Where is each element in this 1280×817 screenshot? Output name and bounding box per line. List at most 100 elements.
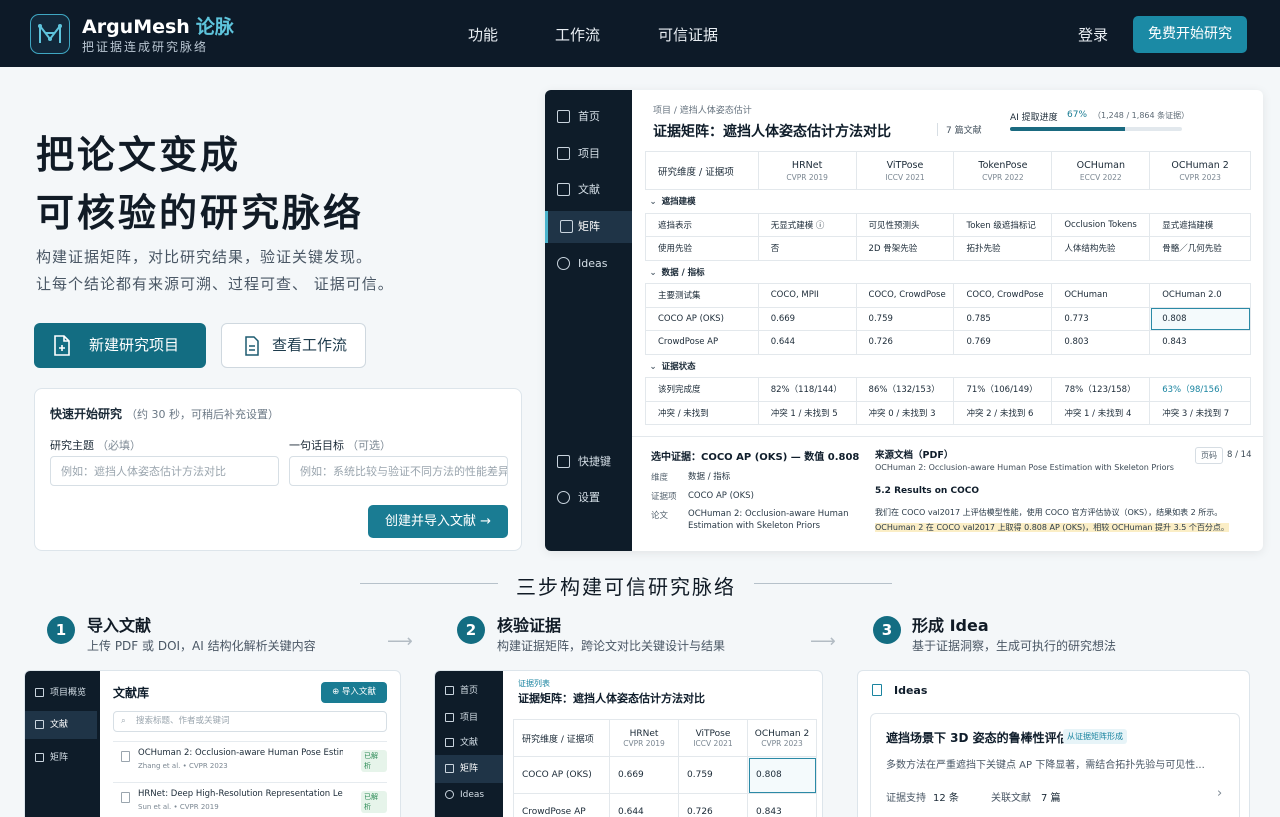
sidebar-item-home[interactable]: 首页 xyxy=(435,677,503,705)
brand-name[interactable]: ArguMesh 论脉 xyxy=(82,12,234,39)
sidebar-item-ideas[interactable]: Ideas xyxy=(435,781,503,809)
sidebar-item-settings[interactable]: 设置 xyxy=(545,482,632,514)
quick-start-title: 快速开始研究 （约 30 秒，可稍后补充设置） xyxy=(50,407,280,421)
matrix-cell[interactable]: 86%（132/153） xyxy=(855,377,955,402)
detail-value-paper-line2[interactable]: Estimation with Skeleton Priors xyxy=(688,520,820,532)
matrix-cell[interactable]: 冲突 1 / 未找到 5 xyxy=(757,400,857,425)
nav-link-evidence[interactable]: 可信证据 xyxy=(658,24,718,45)
nav-link-workflow[interactable]: 工作流 xyxy=(555,24,600,45)
topic-input[interactable] xyxy=(50,456,279,486)
topic-label: 研究主题 （必填） xyxy=(50,439,141,452)
library-search-input[interactable]: ⌕ 搜索标题、作者或关键词 xyxy=(113,711,387,732)
matrix-header-paper[interactable]: OCHuman 2 CVPR 2023 xyxy=(747,719,817,757)
matrix-cell[interactable]: COCO, CrowdPose xyxy=(855,283,955,308)
matrix-cell[interactable]: COCO, MPII xyxy=(757,283,857,308)
matrix-cell[interactable]: COCO, CrowdPose xyxy=(953,283,1053,308)
sidebar-item-shortcuts[interactable]: 快捷键 xyxy=(545,446,632,478)
matrix-header-paper[interactable]: TokenPose CVPR 2022 xyxy=(953,151,1053,190)
matrix-cell[interactable]: 82%（118/144） xyxy=(757,377,857,402)
matrix-cell[interactable]: 0.808 xyxy=(1149,306,1251,331)
matrix-group-row[interactable]: ⌄ 数据 / 指标 xyxy=(645,259,1251,284)
matrix-group-row[interactable]: ⌄ 证据状态 xyxy=(645,353,1251,378)
matrix-cell[interactable]: 0.843 xyxy=(747,793,817,817)
page-button[interactable]: 页码 xyxy=(1195,447,1223,464)
matrix-header-paper[interactable]: ViTPose ICCV 2021 xyxy=(855,151,955,190)
matrix-cell[interactable]: 0.803 xyxy=(1051,330,1151,355)
matrix-cell[interactable]: 0.759 xyxy=(678,756,748,794)
matrix-cell[interactable]: 0.759 xyxy=(855,306,955,331)
chevron-down-icon: ⌄ xyxy=(649,267,657,278)
detail-value-paper-line1[interactable]: OCHuman 2: Occlusion-aware Human xyxy=(688,508,848,520)
matrix-cell[interactable]: Occlusion Tokens xyxy=(1051,212,1151,237)
matrix-cell[interactable]: 可见性预测头 xyxy=(855,212,955,237)
login-link[interactable]: 登录 xyxy=(1078,24,1108,45)
goal-input[interactable] xyxy=(289,456,508,486)
start-free-button[interactable]: 免费开始研究 xyxy=(1133,16,1247,53)
matrix-cell[interactable]: 63%（98/156） xyxy=(1149,377,1251,402)
sidebar-item-matrix[interactable]: 矩阵 xyxy=(435,755,503,783)
matrix-cell[interactable]: 显式遮挡建模 xyxy=(1149,212,1251,237)
logo-icon[interactable] xyxy=(30,14,70,54)
new-project-button[interactable]: 新建研究项目 xyxy=(34,323,206,368)
sidebar-item-literature[interactable]: 文献 xyxy=(435,729,503,757)
matrix-cell[interactable]: 0.769 xyxy=(953,330,1053,355)
matrix-cell[interactable]: 冲突 2 / 未找到 6 xyxy=(953,400,1053,425)
matrix-cell[interactable]: 无显式建模 ⓘ xyxy=(757,212,857,237)
matrix-cell[interactable]: 78%（123/158） xyxy=(1051,377,1151,402)
matrix-cell[interactable]: 人体结构先验 xyxy=(1051,236,1151,261)
matrix-cell[interactable]: 0.785 xyxy=(953,306,1053,331)
matrix-cell[interactable]: 0.808 xyxy=(747,756,817,794)
sidebar-item-projects[interactable]: 项目 xyxy=(545,138,632,170)
matrix-cell[interactable]: 冲突 3 / 未找到 7 xyxy=(1149,400,1251,425)
matrix-cell[interactable]: 2D 骨架先验 xyxy=(855,236,955,261)
matrix-cell[interactable]: 71%（106/149） xyxy=(953,377,1053,402)
matrix-cell[interactable]: 冲突 1 / 未找到 4 xyxy=(1051,400,1151,425)
matrix-cell[interactable]: 0.644 xyxy=(757,330,857,355)
matrix-header-paper[interactable]: ViTPose ICCV 2021 xyxy=(678,719,748,757)
matrix-cell[interactable]: Token 级遮挡标记 xyxy=(953,212,1053,237)
sidebar-item-ideas[interactable]: Ideas xyxy=(545,248,632,280)
matrix-cell[interactable]: 冲突 0 / 未找到 3 xyxy=(855,400,955,425)
matrix-preview-card: 首页 项目 文献 矩阵 Ideas 证据列表 证据矩阵：遮挡人体姿态估计方法对比… xyxy=(434,670,823,817)
sidebar-item-overview[interactable]: 项目概览 xyxy=(25,679,100,707)
matrix-cell[interactable]: OCHuman 2.0 xyxy=(1149,283,1251,308)
sidebar-item-literature[interactable]: 文献 xyxy=(545,174,632,206)
row-label: COCO AP (OKS) xyxy=(513,756,610,794)
matrix-header-paper[interactable]: OCHuman ECCV 2022 xyxy=(1051,151,1151,190)
matrix-header-paper[interactable]: HRNet CVPR 2019 xyxy=(757,151,857,190)
nav-link-features[interactable]: 功能 xyxy=(468,24,498,45)
sidebar-item-projects[interactable]: 项目 xyxy=(435,704,503,732)
sidebar-item-matrix[interactable]: 矩阵 xyxy=(25,744,100,772)
quick-start-panel: 快速开始研究（约 30 秒，可稍后补充设置） 研究主题（必填） 一句话目标（可选… xyxy=(34,388,522,551)
matrix-group-row[interactable]: ⌄ 遮挡建模 xyxy=(645,189,1251,214)
source-doc-heading: 来源文档（PDF） xyxy=(875,450,954,461)
list-item[interactable]: HRNet: Deep High-Resolution Representati… xyxy=(113,782,387,817)
row-label: 主要测试集 xyxy=(645,283,759,308)
chevron-right-icon[interactable]: › xyxy=(1217,786,1222,801)
view-workflow-button[interactable]: 查看工作流 xyxy=(221,323,366,368)
breadcrumb[interactable]: 证据列表 xyxy=(518,678,550,689)
idea-card[interactable]: 遮挡场景下 3D 姿态的鲁棒性评估 从证据矩阵形成 多数方法在严重遮挡下关键点 … xyxy=(870,713,1240,817)
step-desc-3: 基于证据洞察，生成可执行的研究想法 xyxy=(912,639,1117,653)
matrix-cell[interactable]: 拓扑先验 xyxy=(953,236,1053,261)
matrix-cell[interactable]: 0.669 xyxy=(757,306,857,331)
create-and-import-button[interactable]: 创建并导入文献 → xyxy=(368,505,508,538)
matrix-header-paper[interactable]: OCHuman 2 CVPR 2023 xyxy=(1149,151,1251,190)
matrix-cell[interactable]: 0.669 xyxy=(609,756,679,794)
matrix-cell[interactable]: 否 xyxy=(757,236,857,261)
sidebar-item-literature[interactable]: 文献 xyxy=(25,711,97,739)
import-literature-button[interactable]: ⊕ 导入文献 xyxy=(321,682,387,703)
list-item[interactable]: OCHuman 2: Occlusion-aware Human Pose Es… xyxy=(113,741,387,779)
matrix-cell[interactable]: OCHuman xyxy=(1051,283,1151,308)
matrix-cell[interactable]: 0.644 xyxy=(609,793,679,817)
sidebar-item-home[interactable]: 首页 xyxy=(545,101,632,133)
sidebar-item-matrix[interactable]: 矩阵 xyxy=(545,211,632,243)
matrix-cell[interactable]: 0.726 xyxy=(855,330,955,355)
matrix-cell[interactable]: 0.843 xyxy=(1149,330,1251,355)
matrix-header-paper[interactable]: HRNet CVPR 2019 xyxy=(609,719,679,757)
detail-key-item: 证据项 xyxy=(651,492,677,502)
matrix-cell[interactable]: 0.773 xyxy=(1051,306,1151,331)
matrix-cell[interactable]: 0.726 xyxy=(678,793,748,817)
matrix-cell[interactable]: 骨骼／几何先验 xyxy=(1149,236,1251,261)
breadcrumb[interactable]: 项目 / 遮挡人体姿态估计 xyxy=(653,103,752,116)
